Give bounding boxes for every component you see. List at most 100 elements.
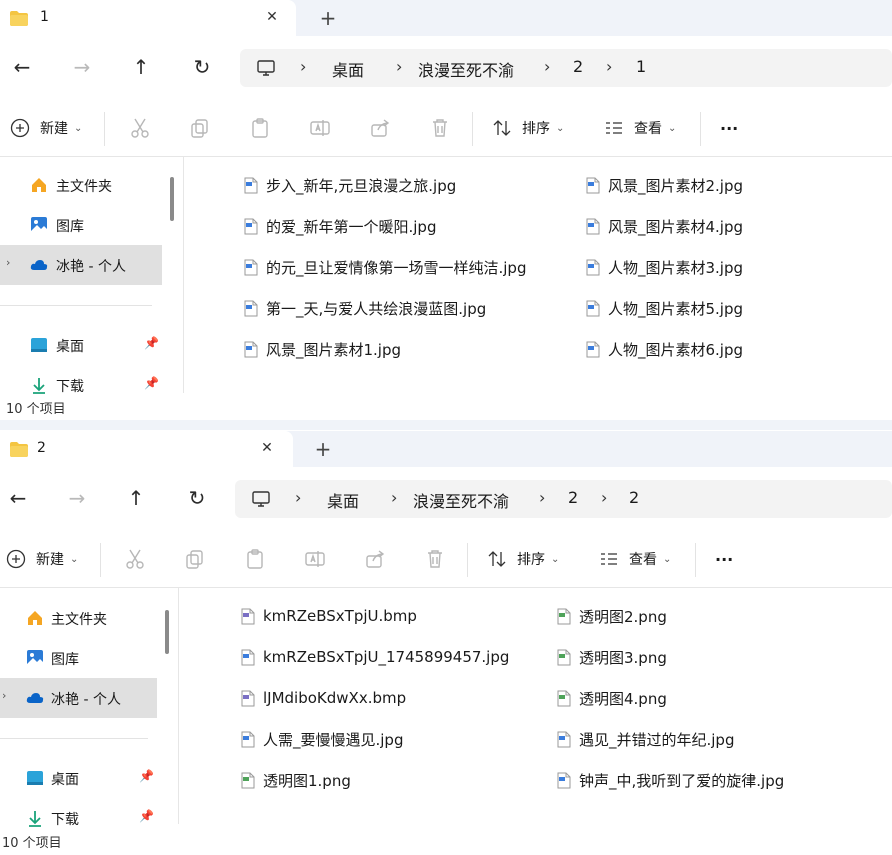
refresh-button[interactable]: ↻ — [185, 50, 219, 84]
pin-icon[interactable]: 📌 — [144, 336, 159, 350]
tab-2[interactable]: 2 ✕ — [0, 431, 293, 468]
pin-icon[interactable]: 📌 — [144, 376, 159, 390]
file-item[interactable]: 人物_图片素材6.jpg — [586, 337, 743, 361]
close-tab-icon[interactable]: ✕ — [262, 7, 282, 27]
file-item[interactable]: 透明图4.png — [557, 686, 667, 710]
file-item[interactable]: 的爱_新年第一个暖阳.jpg — [244, 214, 436, 238]
scrollbar-thumb[interactable] — [170, 177, 174, 221]
file-list: kmRZeBSxTpjU.bmp kmRZeBSxTpjU_1745899457.… — [181, 588, 892, 828]
new-button[interactable]: 新建 ⌄ — [6, 531, 78, 587]
sidebar-item-gallery[interactable]: 图库 — [0, 638, 162, 678]
back-button[interactable]: ← — [5, 50, 39, 84]
address-bar[interactable]: › 桌面 › 浪漫至死不渝 › 2 › 1 — [240, 49, 892, 87]
breadcrumb-current[interactable]: 1 — [636, 57, 646, 76]
command-bar: 新建 ⌄ 排序 ⌄ 查看 ⌄ ··· — [0, 531, 892, 588]
more-button[interactable]: ··· — [715, 531, 733, 587]
sidebar-item-label: 下载 — [56, 379, 84, 395]
file-item[interactable]: kmRZeBSxTpjU_1745899457.jpg — [241, 645, 509, 669]
new-label: 新建 — [36, 552, 64, 568]
view-icon — [606, 122, 622, 134]
delete-icon[interactable] — [428, 116, 452, 140]
jpg-file-icon — [586, 300, 600, 316]
sidebar-item-onedrive[interactable]: › 冰艳 - 个人 — [0, 245, 162, 285]
file-item[interactable]: 第一_天,与爱人共绘浪漫蓝图.jpg — [244, 296, 486, 320]
file-item[interactable]: 透明图2.png — [557, 604, 667, 628]
folder-icon — [10, 11, 28, 26]
file-item[interactable]: 风景_图片素材2.jpg — [586, 173, 743, 197]
sidebar-item-onedrive[interactable]: › 冰艳 - 个人 — [0, 678, 157, 718]
file-item[interactable]: kmRZeBSxTpjU.bmp — [241, 604, 417, 628]
close-tab-icon[interactable]: ✕ — [257, 438, 277, 458]
command-bar: 新建 ⌄ 排序 ⌄ 查看 ⌄ ··· — [0, 100, 892, 157]
sort-button[interactable]: 排序 ⌄ — [487, 531, 559, 587]
chevron-right-icon[interactable]: › — [6, 256, 10, 269]
address-bar[interactable]: › 桌面 › 浪漫至死不渝 › 2 › 2 — [235, 480, 892, 518]
delete-icon[interactable] — [423, 547, 447, 571]
pin-icon[interactable]: 📌 — [139, 809, 154, 823]
breadcrumb-folder[interactable]: 浪漫至死不渝 — [418, 57, 514, 81]
tab-bar: 1 ✕ + — [0, 0, 892, 37]
paste-icon[interactable] — [243, 547, 267, 571]
up-button[interactable]: ↑ — [119, 481, 153, 515]
jpg-file-icon — [244, 300, 258, 316]
share-icon[interactable] — [368, 116, 392, 140]
chevron-right-icon: › — [396, 57, 403, 76]
file-item[interactable]: 人物_图片素材3.jpg — [586, 255, 743, 279]
sidebar-item-desktop[interactable]: 桌面 📌 — [0, 758, 162, 798]
tab-1[interactable]: 1 ✕ — [0, 0, 296, 37]
file-name: lJMdiboKdwXx.bmp — [263, 689, 407, 707]
download-icon — [33, 378, 45, 394]
view-button[interactable]: 查看 ⌄ — [599, 531, 671, 587]
file-name: kmRZeBSxTpjU_1745899457.jpg — [263, 648, 510, 666]
file-item[interactable]: 钟声_中,我听到了爱的旋律.jpg — [557, 768, 784, 792]
new-button[interactable]: 新建 ⌄ — [10, 100, 82, 156]
copy-icon[interactable] — [183, 547, 207, 571]
pane-splitter[interactable] — [183, 157, 184, 393]
file-item[interactable]: 遇见_并错过的年纪.jpg — [557, 727, 734, 751]
forward-button[interactable]: → — [65, 50, 99, 84]
chevron-down-icon: ⌄ — [668, 122, 677, 134]
file-item[interactable]: 人需_要慢慢遇见.jpg — [241, 727, 403, 751]
copy-icon[interactable] — [188, 116, 212, 140]
breadcrumb-desktop[interactable]: 桌面 — [327, 488, 359, 512]
cut-icon[interactable] — [123, 547, 147, 571]
sort-button[interactable]: 排序 ⌄ — [492, 100, 564, 156]
more-button[interactable]: ··· — [720, 100, 738, 156]
cut-icon[interactable] — [128, 116, 152, 140]
breadcrumb-current[interactable]: 2 — [629, 488, 639, 507]
new-tab-button[interactable]: + — [309, 436, 337, 464]
forward-button[interactable]: → — [60, 481, 94, 515]
paste-icon[interactable] — [248, 116, 272, 140]
chevron-right-icon: › — [544, 57, 551, 76]
png-file-icon — [557, 608, 571, 624]
pane-splitter[interactable] — [178, 588, 179, 824]
chevron-right-icon[interactable]: › — [2, 689, 6, 702]
file-item[interactable]: 风景_图片素材1.jpg — [244, 337, 401, 361]
file-item[interactable]: lJMdiboKdwXx.bmp — [241, 686, 406, 710]
file-item[interactable]: 人物_图片素材5.jpg — [586, 296, 743, 320]
scrollbar-thumb[interactable] — [165, 610, 169, 654]
file-item[interactable]: 步入_新年,元旦浪漫之旅.jpg — [244, 173, 456, 197]
breadcrumb-folder[interactable]: 浪漫至死不渝 — [413, 488, 509, 512]
file-item[interactable]: 透明图1.png — [241, 768, 351, 792]
breadcrumb-subfolder[interactable]: 2 — [573, 57, 583, 76]
breadcrumb-desktop[interactable]: 桌面 — [332, 57, 364, 81]
up-button[interactable]: ↑ — [124, 50, 158, 84]
file-item[interactable]: 的元_旦让爱情像第一场雪一样纯洁.jpg — [244, 255, 526, 279]
view-button[interactable]: 查看 ⌄ — [604, 100, 676, 156]
sidebar-item-home[interactable]: 主文件夹 — [0, 165, 162, 205]
rename-icon[interactable] — [303, 547, 327, 571]
pin-icon[interactable]: 📌 — [139, 769, 154, 783]
sidebar-item-gallery[interactable]: 图库 — [0, 205, 162, 245]
back-button[interactable]: ← — [1, 481, 35, 515]
breadcrumb-subfolder[interactable]: 2 — [568, 488, 578, 507]
refresh-button[interactable]: ↻ — [180, 481, 214, 515]
rename-icon[interactable] — [308, 116, 332, 140]
sidebar-item-desktop[interactable]: 桌面 📌 — [0, 325, 162, 365]
file-item[interactable]: 风景_图片素材4.jpg — [586, 214, 743, 238]
share-icon[interactable] — [363, 547, 387, 571]
file-item[interactable]: 透明图3.png — [557, 645, 667, 669]
sidebar-item-home[interactable]: 主文件夹 — [0, 598, 162, 638]
new-tab-button[interactable]: + — [314, 5, 342, 33]
view-label: 查看 — [634, 121, 662, 137]
